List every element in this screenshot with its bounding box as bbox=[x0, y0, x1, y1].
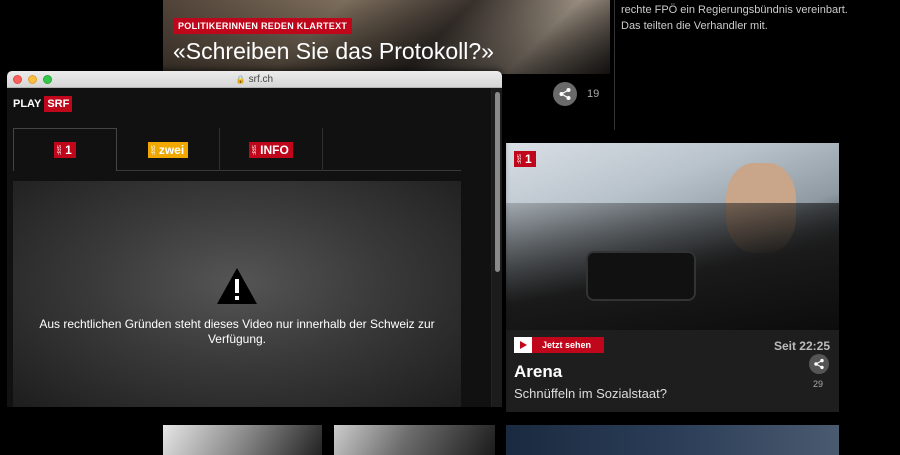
camera-lens bbox=[586, 251, 696, 301]
side-text-line: Das teilten die Verhandler mit. bbox=[621, 20, 768, 32]
arena-subtitle: Schnüffeln im Sozialstaat? bbox=[514, 386, 667, 401]
scrollbar-thumb[interactable] bbox=[495, 92, 500, 272]
tab-srf-info[interactable]: SRF info bbox=[220, 128, 323, 171]
hockey-thumbnail-1[interactable] bbox=[163, 425, 322, 455]
tab-empty bbox=[323, 128, 461, 171]
arena-title[interactable]: Arena bbox=[514, 362, 562, 382]
srf-zwei-logo: SRF zwei bbox=[147, 141, 189, 158]
srf1-logo: SRF 1 bbox=[54, 142, 76, 158]
warning-icon bbox=[217, 268, 257, 304]
browser-titlebar[interactable]: 🔒 srf.ch bbox=[7, 71, 502, 88]
side-text-line: rechte FPÖ ein Regierungsbündnis vereinb… bbox=[621, 4, 848, 16]
hero-badge: POLITIKERINNEN REDEN KLARTEXT bbox=[173, 18, 353, 34]
arena-share-button[interactable] bbox=[809, 354, 829, 374]
brand-play: PLAY bbox=[13, 98, 42, 110]
play-icon bbox=[514, 337, 532, 353]
geo-block-message: Aus rechtlichen Gründen steht dieses Vid… bbox=[39, 317, 435, 346]
arena-time: Seit 22:25 bbox=[773, 339, 830, 353]
hockey-thumbnail-2[interactable] bbox=[334, 425, 495, 455]
live-thumbnail[interactable] bbox=[506, 425, 839, 455]
hero-share-count: 19 bbox=[587, 88, 600, 100]
watch-now-label: Jetzt sehen bbox=[542, 340, 592, 350]
watch-now-button[interactable]: Jetzt sehen bbox=[514, 337, 604, 353]
srf-info-logo: SRF info bbox=[249, 141, 293, 158]
column-divider bbox=[614, 0, 615, 130]
scrollbar[interactable] bbox=[491, 88, 502, 407]
tab-srf1[interactable]: SRF 1 bbox=[13, 128, 117, 171]
share-icon bbox=[814, 358, 824, 370]
lock-icon: 🔒 bbox=[235, 75, 246, 84]
browser-window[interactable]: 🔒 srf.ch PLAY SRF SRF 1 SRF zwei SRF INF… bbox=[7, 71, 502, 407]
arena-share-count: 29 bbox=[813, 379, 824, 389]
hero-share-button[interactable] bbox=[553, 82, 577, 106]
browser-content: PLAY SRF SRF 1 SRF zwei SRF info bbox=[7, 88, 502, 407]
tab-srf-zwei[interactable]: SRF zwei bbox=[117, 128, 220, 171]
play-srf-logo[interactable]: PLAY SRF bbox=[13, 96, 73, 112]
channel-tabs: SRF 1 SRF zwei SRF info bbox=[13, 128, 461, 171]
hero-article[interactable]: POLITIKERINNEN REDEN KLARTEXT «Schreiben… bbox=[163, 0, 610, 74]
video-player[interactable]: Aus rechtlichen Gründen steht dieses Vid… bbox=[13, 181, 461, 407]
arena-thumbnail[interactable]: SRF 1 bbox=[506, 143, 839, 330]
srf1-channel-logo: SRF 1 bbox=[514, 151, 536, 167]
brand-srf: SRF bbox=[44, 96, 73, 112]
hero-title[interactable]: «Schreiben Sie das Protokoll?» bbox=[173, 38, 494, 65]
side-article-text[interactable]: rechte FPÖ ein Regierungsbündnis vereinb… bbox=[621, 2, 881, 34]
url-text: srf.ch bbox=[248, 74, 274, 85]
url-label: 🔒 srf.ch bbox=[7, 74, 502, 85]
share-icon bbox=[559, 88, 571, 100]
arena-card[interactable]: SRF 1 Jetzt sehen Seit 22:25 Arena Schnü… bbox=[506, 143, 839, 412]
